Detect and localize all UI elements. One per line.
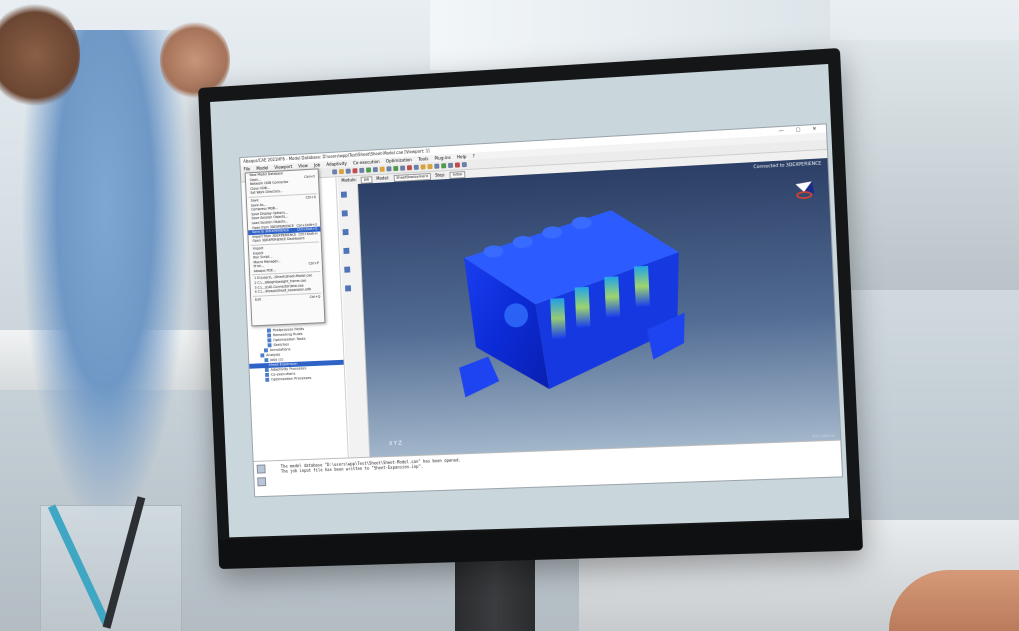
menu-view[interactable]: View xyxy=(298,163,308,168)
message-area-tabs xyxy=(256,464,267,490)
toolbar-icon[interactable] xyxy=(359,167,365,174)
menu-model[interactable]: Model xyxy=(256,165,268,171)
tree-node-icon xyxy=(264,367,269,373)
tree-node-icon xyxy=(265,372,270,377)
toolbar-icon[interactable] xyxy=(434,163,440,169)
toolbox-icon[interactable] xyxy=(342,229,349,236)
tree-node-icon xyxy=(260,353,265,358)
menu-optimization[interactable]: Optimization xyxy=(386,157,412,163)
module-select[interactable]: Job xyxy=(360,175,373,184)
toolbar-icon[interactable] xyxy=(400,165,406,171)
menu-help[interactable]: Help xyxy=(457,154,467,160)
toolbar-icon[interactable] xyxy=(372,167,378,173)
tree-node-icon xyxy=(263,348,268,353)
office-photo-background: Abaqus/CAE 2021HF6 - Model Database: D:\… xyxy=(0,0,1019,631)
toolbar-icon[interactable] xyxy=(427,163,433,170)
model-label: Model: xyxy=(376,175,390,181)
toolbar-icon[interactable] xyxy=(352,168,358,174)
toolbar-icon[interactable] xyxy=(338,168,344,175)
tree-node-icon xyxy=(267,338,272,343)
simulia-logo: 3DS SIMULIA xyxy=(811,433,836,439)
menu-adaptivity[interactable]: Adaptivity xyxy=(326,161,347,167)
toolbar-icon[interactable] xyxy=(454,162,461,168)
toolbox-icon[interactable] xyxy=(340,191,347,198)
toolbar-icon[interactable] xyxy=(379,166,385,172)
toolbox-icon[interactable] xyxy=(344,266,351,273)
toolbox-icon[interactable] xyxy=(341,210,348,217)
abaqus-window: Abaqus/CAE 2021HF6 - Model Database: D:\… xyxy=(239,123,844,498)
menu-whats-this[interactable]: ? xyxy=(472,154,474,159)
tree-node-icon xyxy=(267,343,272,348)
monitor-screen: Abaqus/CAE 2021HF6 - Model Database: D:\… xyxy=(210,63,850,538)
toolbar-icon[interactable] xyxy=(386,166,392,172)
module-label: Module: xyxy=(341,177,357,183)
toolbar-icon[interactable] xyxy=(413,164,419,170)
viewport-3d[interactable]: Connected to 3DEXPERIENCE X Y Z 3DS SIMU… xyxy=(357,158,841,458)
message-tab-icon[interactable] xyxy=(256,464,266,474)
axis-triad: X Y Z xyxy=(388,440,402,448)
toolbar-icon[interactable] xyxy=(447,162,454,169)
toolbar-icon[interactable] xyxy=(332,169,338,175)
toolbar-icon[interactable] xyxy=(461,162,467,168)
tree-node-icon xyxy=(266,328,271,333)
toolbar-icon[interactable] xyxy=(393,165,399,172)
tree-node-icon xyxy=(267,333,272,338)
tree-node-icon xyxy=(265,377,270,382)
menu-plugins[interactable]: Plug-ins xyxy=(434,155,450,161)
connection-status: Connected to 3DEXPERIENCE xyxy=(753,161,822,171)
toolbar-icon[interactable] xyxy=(366,167,372,173)
engine-block-model xyxy=(458,206,687,398)
python-tab-icon[interactable] xyxy=(257,477,267,487)
menu-coexecution[interactable]: Co-execution xyxy=(353,159,380,165)
tree-node-icon xyxy=(264,358,269,363)
menu-job[interactable]: Job xyxy=(314,162,320,167)
file-menu-dropdown: New Model Database Open... Ctrl+O Network… xyxy=(244,168,326,327)
monitor: Abaqus/CAE 2021HF6 - Model Database: D:\… xyxy=(198,47,864,570)
toolbox-icon[interactable] xyxy=(343,247,350,254)
step-label: Step: xyxy=(434,172,446,178)
toolbar-icon[interactable] xyxy=(420,164,426,170)
toolbar-icon[interactable] xyxy=(406,165,412,171)
toolbox-icon[interactable] xyxy=(345,285,352,292)
menu-tools[interactable]: Tools xyxy=(418,156,428,162)
view-compass-icon[interactable] xyxy=(791,177,817,203)
main-area: Postprocess Fields Remeshing Rules Optim… xyxy=(241,149,841,462)
toolbar-icon[interactable] xyxy=(441,163,447,169)
menu-file[interactable]: File xyxy=(243,166,250,171)
toolbar-icon[interactable] xyxy=(345,168,351,174)
